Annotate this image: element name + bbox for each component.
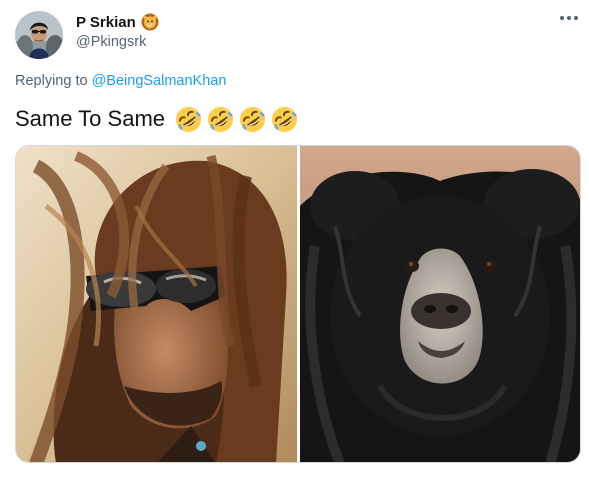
media-image-left[interactable] <box>16 146 297 462</box>
tweet-text: Same To Same <box>15 106 166 131</box>
display-name[interactable]: P Srkian <box>76 14 136 31</box>
media-image-right[interactable] <box>300 146 580 462</box>
man-long-hair-sunglasses-photo <box>16 146 297 462</box>
rolling-on-floor-laughing-icon <box>207 106 234 132</box>
tweet-body: Same To Same <box>15 104 299 134</box>
more-horizontal-icon[interactable] <box>560 16 578 20</box>
author-name-row[interactable]: P Srkian <box>76 12 159 32</box>
replying-to-line: Replying to @BeingSalmanKhan <box>15 73 226 89</box>
emoji-group <box>174 105 299 134</box>
user-handle[interactable]: @Pkingsrk <box>76 34 146 50</box>
avatar[interactable] <box>15 11 63 59</box>
tweet-card[interactable]: P Srkian @Pkingsrk Replying to @BeingSal… <box>0 0 589 478</box>
replying-to-prefix: Replying to <box>15 73 88 89</box>
sloth-bear-photo <box>300 146 580 462</box>
rolling-on-floor-laughing-icon <box>239 106 266 132</box>
lion-face-icon <box>141 13 159 31</box>
replying-to-link[interactable]: @BeingSalmanKhan <box>92 73 227 89</box>
rolling-on-floor-laughing-icon <box>271 106 298 132</box>
media-grid <box>15 145 581 463</box>
rolling-on-floor-laughing-icon <box>175 106 202 132</box>
